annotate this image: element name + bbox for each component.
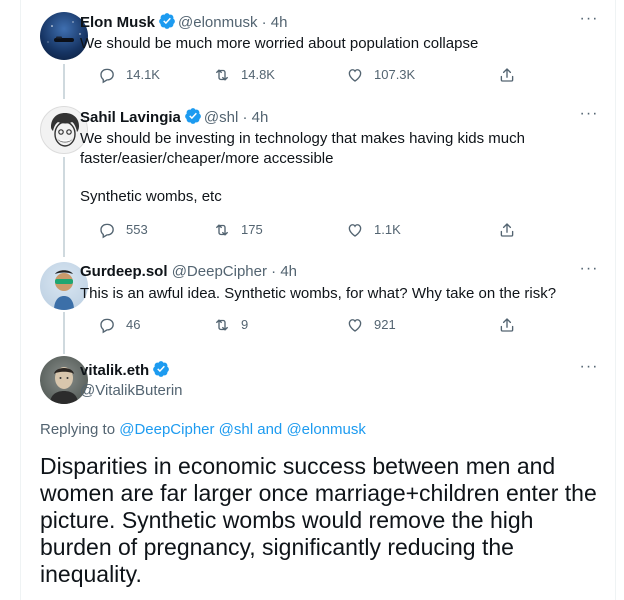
speech-bubble-icon (100, 223, 114, 239)
heart-icon (348, 69, 362, 82)
tweet-actions: 553 175 1.1K (80, 220, 520, 240)
tweet-text-line (80, 169, 560, 189)
mention-conjunction[interactable]: and (257, 421, 282, 438)
tweet-header: Sahil Lavingia @shl · 4h (80, 107, 268, 128)
tweet-text: This is an awful idea. Synthetic wombs, … (80, 284, 580, 304)
reply-count: 14.1K (126, 67, 160, 82)
reply-button[interactable]: 46 (98, 315, 140, 335)
reply-button[interactable]: 553 (98, 220, 148, 240)
verified-badge-icon (158, 12, 176, 30)
share-icon (500, 318, 514, 332)
replying-to: Replying to @DeepCipher @shl and @elonmu… (40, 421, 366, 438)
author-handle[interactable]: @elonmusk (178, 14, 257, 31)
more-dots-icon[interactable]: ··· (578, 11, 600, 36)
more-dots-icon[interactable]: ··· (578, 359, 600, 384)
like-button[interactable]: 1.1K (346, 220, 401, 240)
share-icon (500, 68, 514, 82)
like-count: 921 (374, 317, 396, 332)
thread-line (63, 64, 65, 99)
retweet-button[interactable]: 175 (213, 220, 263, 240)
tweet-header: Gurdeep.sol @DeepCipher · 4h (80, 262, 297, 282)
author-handle[interactable]: @VitalikButerin (80, 382, 183, 399)
tweet-actions: 46 9 921 (80, 315, 520, 335)
like-count: 1.1K (374, 222, 401, 237)
author-handle[interactable]: @DeepCipher (172, 263, 267, 280)
author-name[interactable]: Elon Musk (80, 14, 155, 31)
verified-badge-icon (152, 360, 170, 378)
author-name[interactable]: Sahil Lavingia (80, 109, 181, 126)
thread-line (63, 157, 65, 257)
author-handle[interactable]: @shl (204, 109, 238, 126)
retweet-count: 175 (241, 222, 263, 237)
tweet-header-handle: @VitalikButerin (80, 381, 183, 401)
tweet-text-line: Synthetic wombs, etc (80, 188, 222, 205)
mention-link[interactable]: @elonmusk (286, 421, 365, 438)
verified-badge-icon (184, 107, 202, 125)
retweet-button[interactable]: 14.8K (213, 65, 275, 85)
retweet-count: 14.8K (241, 67, 275, 82)
reply-count: 553 (126, 222, 148, 237)
retweet-button[interactable]: 9 (213, 315, 248, 335)
tweet-time[interactable]: · 4h (262, 14, 288, 31)
mention-link[interactable]: @shl (219, 421, 253, 438)
more-dots-icon[interactable]: ··· (578, 106, 600, 131)
tweet-actions: 14.1K 14.8K 107.3K (80, 65, 520, 85)
like-button[interactable]: 921 (346, 315, 396, 335)
share-button[interactable] (498, 315, 526, 335)
share-button[interactable] (498, 65, 526, 85)
more-dots-icon[interactable]: ··· (578, 261, 600, 286)
tweet-text-line: faster/easier/cheaper/more accessible (80, 150, 334, 167)
main-tweet-text: Disparities in economic success between … (40, 453, 597, 587)
tweet-text-line: We should be much more worried about pop… (80, 35, 479, 52)
like-count: 107.3K (374, 67, 416, 82)
retweet-icon (216, 224, 228, 236)
tweet-text: We should be much more worried about pop… (80, 34, 560, 54)
author-name[interactable]: Gurdeep.sol (80, 263, 168, 280)
heart-icon (348, 224, 362, 237)
thread-line (63, 312, 65, 354)
retweet-icon (216, 69, 228, 81)
author-name[interactable]: vitalik.eth (80, 362, 149, 379)
tweet-text-line: We should be investing in technology tha… (80, 130, 525, 147)
heart-icon (348, 319, 362, 332)
tweet-header: vitalik.eth (80, 360, 172, 381)
like-button[interactable]: 107.3K (346, 65, 415, 85)
speech-bubble-icon (100, 68, 114, 84)
retweet-icon (216, 319, 228, 331)
reply-count: 46 (126, 317, 141, 332)
tweet-time[interactable]: · 4h (242, 109, 268, 126)
mention-link[interactable]: @DeepCipher (119, 421, 214, 438)
tweet-header: Elon Musk @elonmusk · 4h (80, 12, 287, 33)
reply-button[interactable]: 14.1K (98, 65, 160, 85)
speech-bubble-icon (100, 318, 114, 334)
tweet-text: We should be investing in technology tha… (80, 129, 560, 207)
replying-to-label: Replying to (40, 421, 116, 438)
share-button[interactable] (498, 220, 526, 240)
tweet-time[interactable]: · 4h (271, 263, 297, 280)
retweet-count: 9 (241, 317, 249, 332)
tweet-text-line: This is an awful idea. Synthetic wombs, … (80, 285, 557, 302)
share-icon (500, 223, 514, 237)
